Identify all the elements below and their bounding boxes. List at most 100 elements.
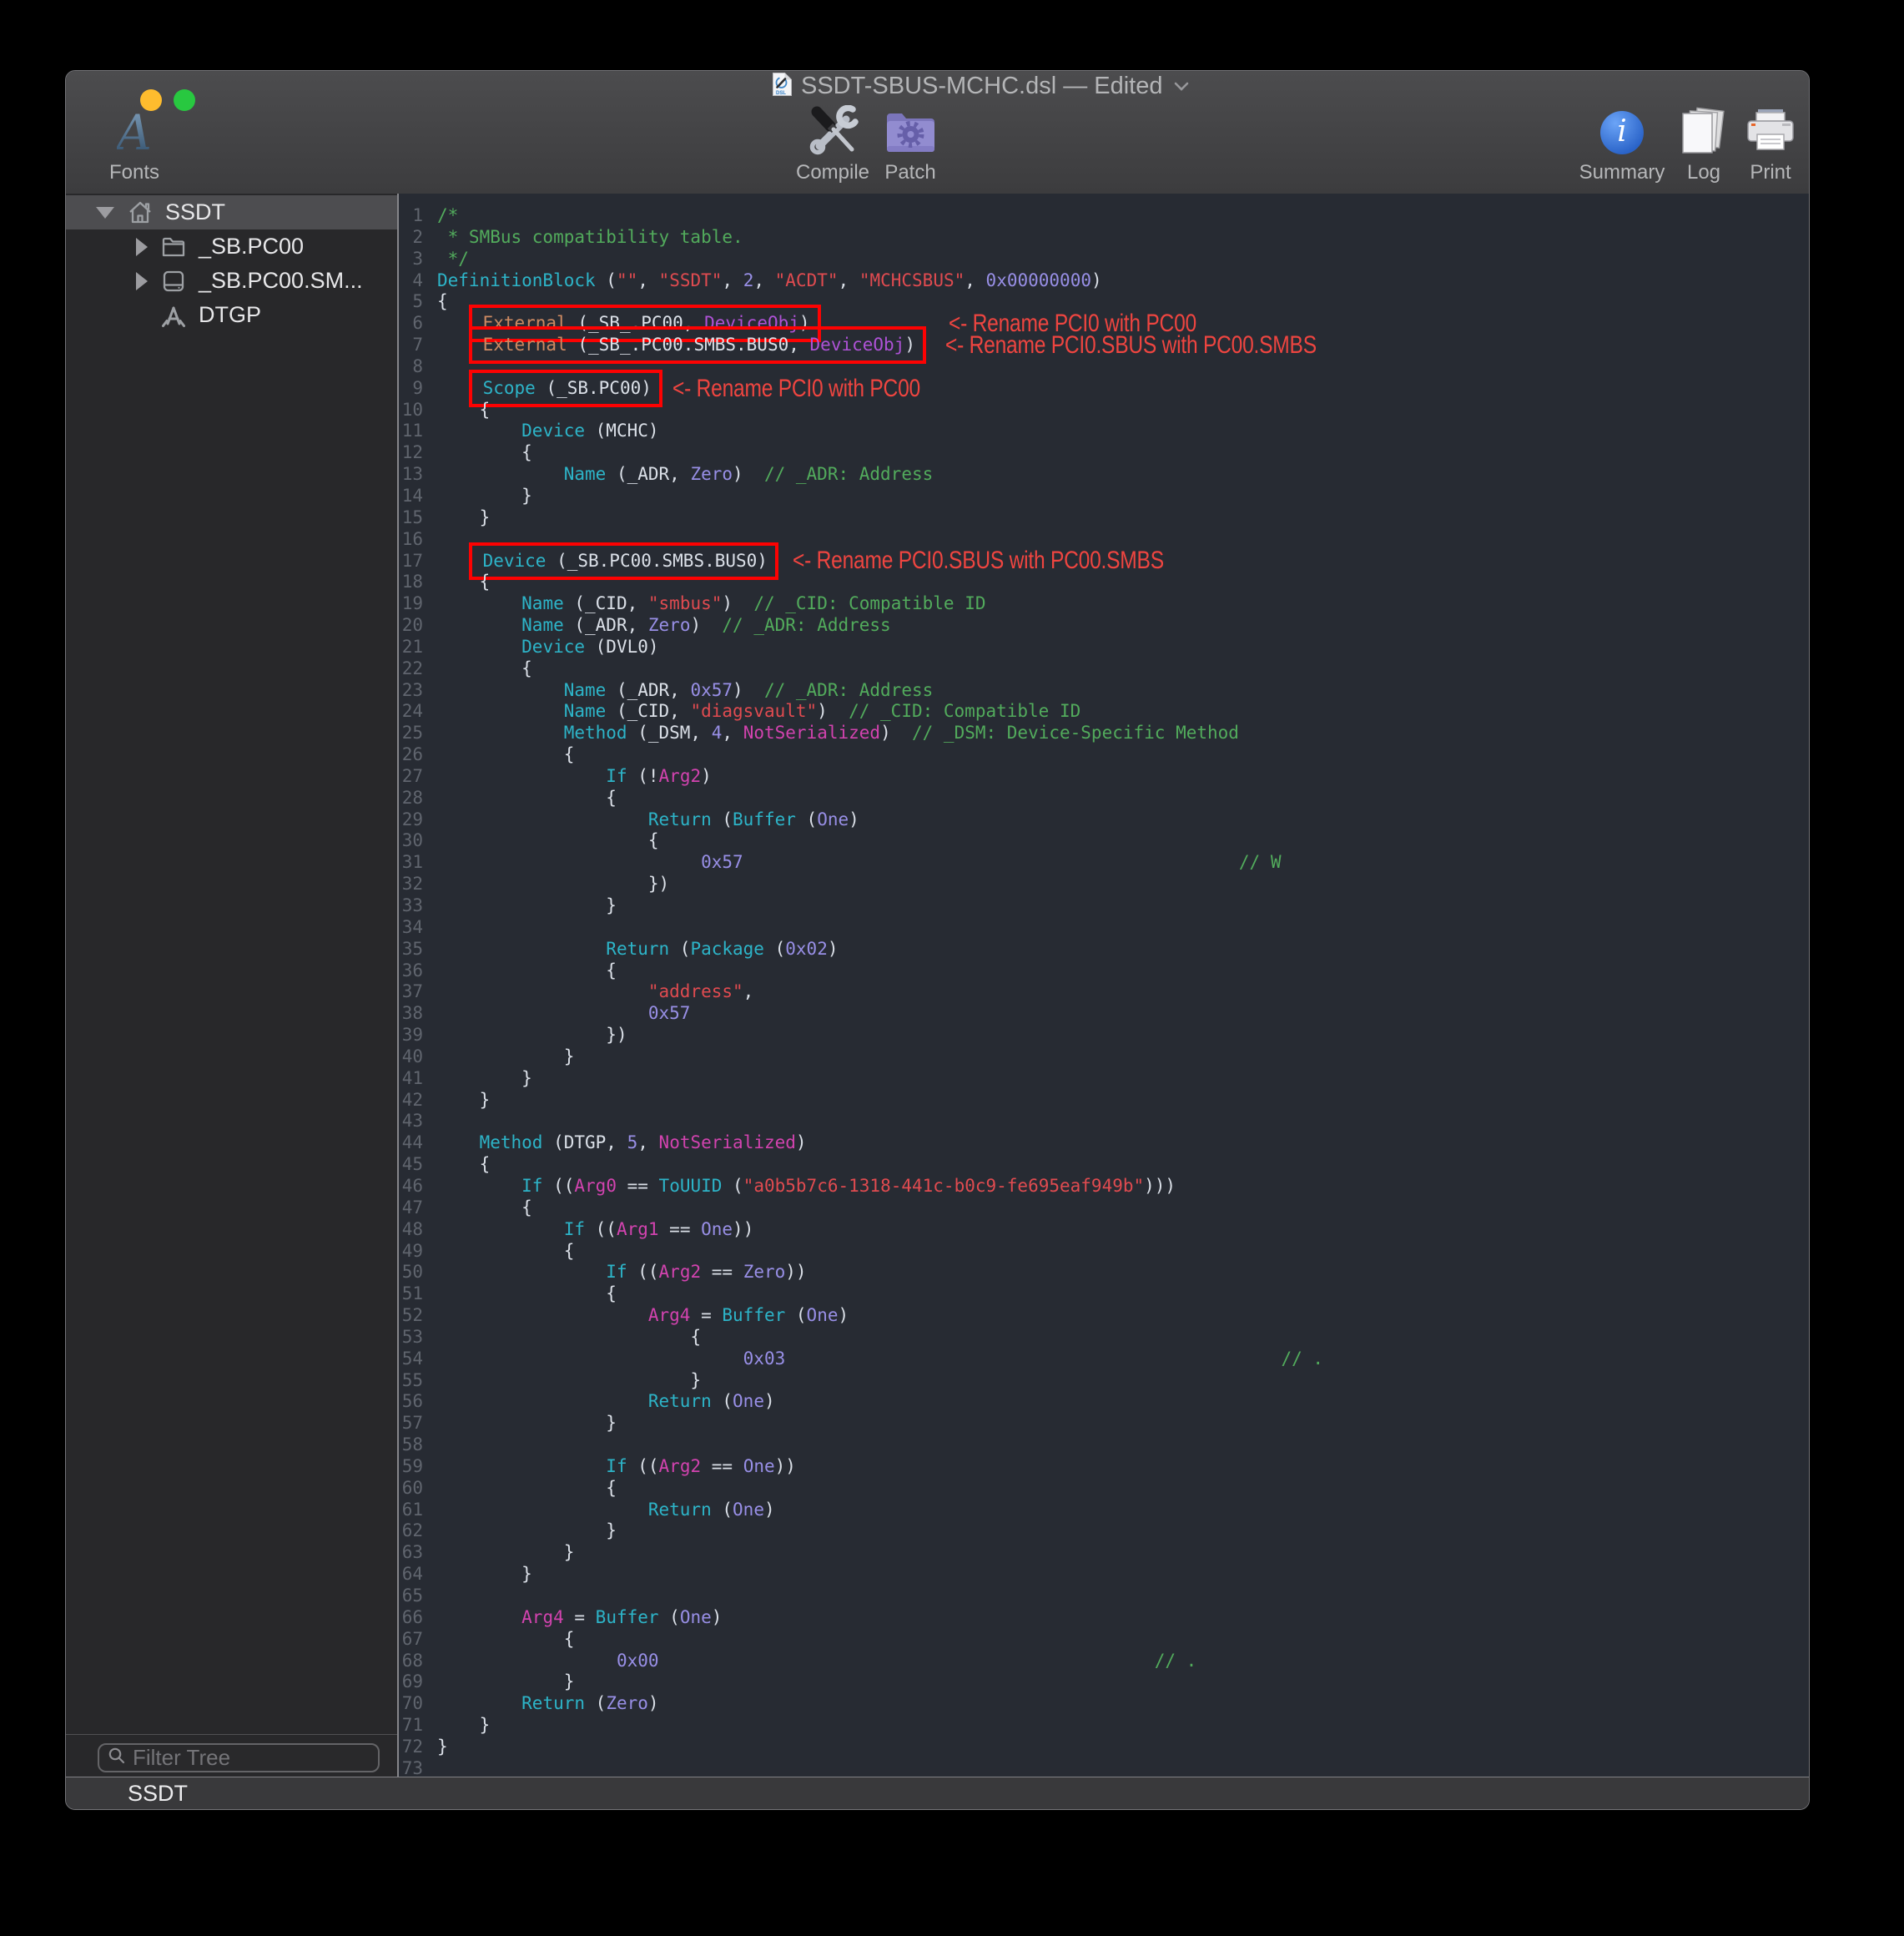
sidebar-item--sb-pc00[interactable]: _SB.PC00: [66, 229, 397, 264]
line-number[interactable]: 45: [399, 1154, 423, 1176]
line-number[interactable]: 42: [399, 1090, 423, 1112]
line-number[interactable]: 72: [399, 1737, 423, 1758]
code-text: {: [437, 1629, 574, 1651]
line-number[interactable]: 55: [399, 1370, 423, 1392]
line-number[interactable]: 11: [399, 421, 423, 442]
line-number[interactable]: 43: [399, 1111, 423, 1132]
line-number[interactable]: 65: [399, 1586, 423, 1607]
line-number[interactable]: 69: [399, 1671, 423, 1693]
line-number[interactable]: 63: [399, 1542, 423, 1564]
sidebar-item--sb-pc00-sm-[interactable]: _SB.PC00.SM...: [66, 264, 397, 298]
line-number[interactable]: 34: [399, 917, 423, 939]
line-number[interactable]: 71: [399, 1715, 423, 1737]
line-number[interactable]: 56: [399, 1391, 423, 1413]
code-line: 38 0x57: [399, 1003, 1809, 1025]
line-number[interactable]: 67: [399, 1629, 423, 1651]
line-number[interactable]: 22: [399, 658, 423, 680]
line-number[interactable]: 36: [399, 960, 423, 982]
line-number[interactable]: 57: [399, 1413, 423, 1434]
code-line: 57 }: [399, 1413, 1809, 1434]
code-text: {: [437, 788, 617, 809]
line-number[interactable]: 29: [399, 809, 423, 831]
line-number[interactable]: 26: [399, 744, 423, 766]
line-number[interactable]: 7: [399, 335, 423, 356]
line-number[interactable]: 8: [399, 356, 423, 378]
code-line: 42 }: [399, 1090, 1809, 1112]
line-number[interactable]: 31: [399, 852, 423, 874]
line-number[interactable]: 73: [399, 1758, 423, 1777]
code-text: }: [437, 1737, 448, 1758]
line-number[interactable]: 28: [399, 788, 423, 809]
line-number[interactable]: 59: [399, 1456, 423, 1478]
line-number[interactable]: 64: [399, 1564, 423, 1586]
line-number[interactable]: 12: [399, 442, 423, 464]
line-number[interactable]: 58: [399, 1434, 423, 1456]
line-number[interactable]: 52: [399, 1305, 423, 1327]
line-number[interactable]: 38: [399, 1003, 423, 1025]
disclosure-closed-icon[interactable]: [136, 272, 148, 290]
line-number[interactable]: 30: [399, 830, 423, 852]
line-number[interactable]: 33: [399, 895, 423, 917]
line-number[interactable]: 9: [399, 378, 423, 400]
sidebar-item-ssdt[interactable]: SSDT: [66, 195, 397, 229]
line-number[interactable]: 6: [399, 313, 423, 335]
line-number[interactable]: 66: [399, 1607, 423, 1629]
patch-button[interactable]: Patch: [839, 108, 981, 184]
line-number[interactable]: 60: [399, 1478, 423, 1500]
line-number[interactable]: 32: [399, 874, 423, 895]
line-number[interactable]: 16: [399, 529, 423, 551]
line-number[interactable]: 17: [399, 551, 423, 572]
line-number[interactable]: 13: [399, 464, 423, 486]
code-text: Name (_ADR, 0x57) // _ADR: Address: [437, 680, 933, 702]
line-number[interactable]: 62: [399, 1520, 423, 1542]
line-number[interactable]: 44: [399, 1132, 423, 1154]
code-line: 27 If (!Arg2): [399, 766, 1809, 788]
line-number[interactable]: 68: [399, 1651, 423, 1672]
code-line: 46 If ((Arg0 == ToUUID ("a0b5b7c6-1318-4…: [399, 1176, 1809, 1197]
line-number[interactable]: 23: [399, 680, 423, 702]
line-number[interactable]: 19: [399, 593, 423, 615]
code-text: {: [437, 658, 532, 680]
filter-tree-input[interactable]: Filter Tree: [98, 1743, 380, 1772]
fonts-button[interactable]: A Fonts: [65, 108, 205, 184]
line-number[interactable]: 48: [399, 1219, 423, 1241]
line-number[interactable]: 4: [399, 270, 423, 292]
line-number[interactable]: 37: [399, 981, 423, 1003]
code-editor[interactable]: 1/*2 * SMBus compatibility table.3 */4De…: [399, 194, 1809, 1777]
line-number[interactable]: 3: [399, 249, 423, 270]
line-number[interactable]: 46: [399, 1176, 423, 1197]
line-number[interactable]: 41: [399, 1068, 423, 1090]
line-number[interactable]: 27: [399, 766, 423, 788]
code-line: 23 Name (_ADR, 0x57) // _ADR: Address: [399, 680, 1809, 702]
line-number[interactable]: 50: [399, 1262, 423, 1283]
line-number[interactable]: 5: [399, 291, 423, 313]
line-number[interactable]: 24: [399, 701, 423, 723]
line-number[interactable]: 47: [399, 1197, 423, 1219]
line-number[interactable]: 1: [399, 205, 423, 227]
chevron-down-icon[interactable]: [1173, 81, 1190, 96]
line-number[interactable]: 54: [399, 1349, 423, 1370]
sidebar-item-dtgp[interactable]: DTGP: [66, 298, 397, 332]
line-number[interactable]: 2: [399, 227, 423, 249]
line-number[interactable]: 18: [399, 572, 423, 593]
line-number[interactable]: 14: [399, 486, 423, 507]
line-number[interactable]: 21: [399, 637, 423, 658]
line-number[interactable]: 39: [399, 1025, 423, 1046]
print-button[interactable]: Print: [1700, 108, 1810, 184]
disclosure-closed-icon[interactable]: [136, 238, 148, 256]
line-number[interactable]: 40: [399, 1046, 423, 1068]
line-number[interactable]: 20: [399, 615, 423, 637]
line-number[interactable]: 49: [399, 1241, 423, 1263]
disclosure-open-icon[interactable]: [96, 207, 114, 219]
line-number[interactable]: 53: [399, 1327, 423, 1349]
line-number[interactable]: 10: [399, 400, 423, 421]
line-number[interactable]: 25: [399, 723, 423, 744]
line-number[interactable]: 51: [399, 1283, 423, 1305]
line-number[interactable]: 70: [399, 1693, 423, 1715]
line-number[interactable]: 15: [399, 507, 423, 529]
line-number[interactable]: 35: [399, 939, 423, 960]
code-line: 9 Scope (_SB.PC00)<- Rename PCI0 with PC…: [399, 378, 1809, 400]
line-number[interactable]: 61: [399, 1500, 423, 1521]
code-text: 0x00 // .: [437, 1651, 1196, 1672]
code-line: 48 If ((Arg1 == One)): [399, 1219, 1809, 1241]
